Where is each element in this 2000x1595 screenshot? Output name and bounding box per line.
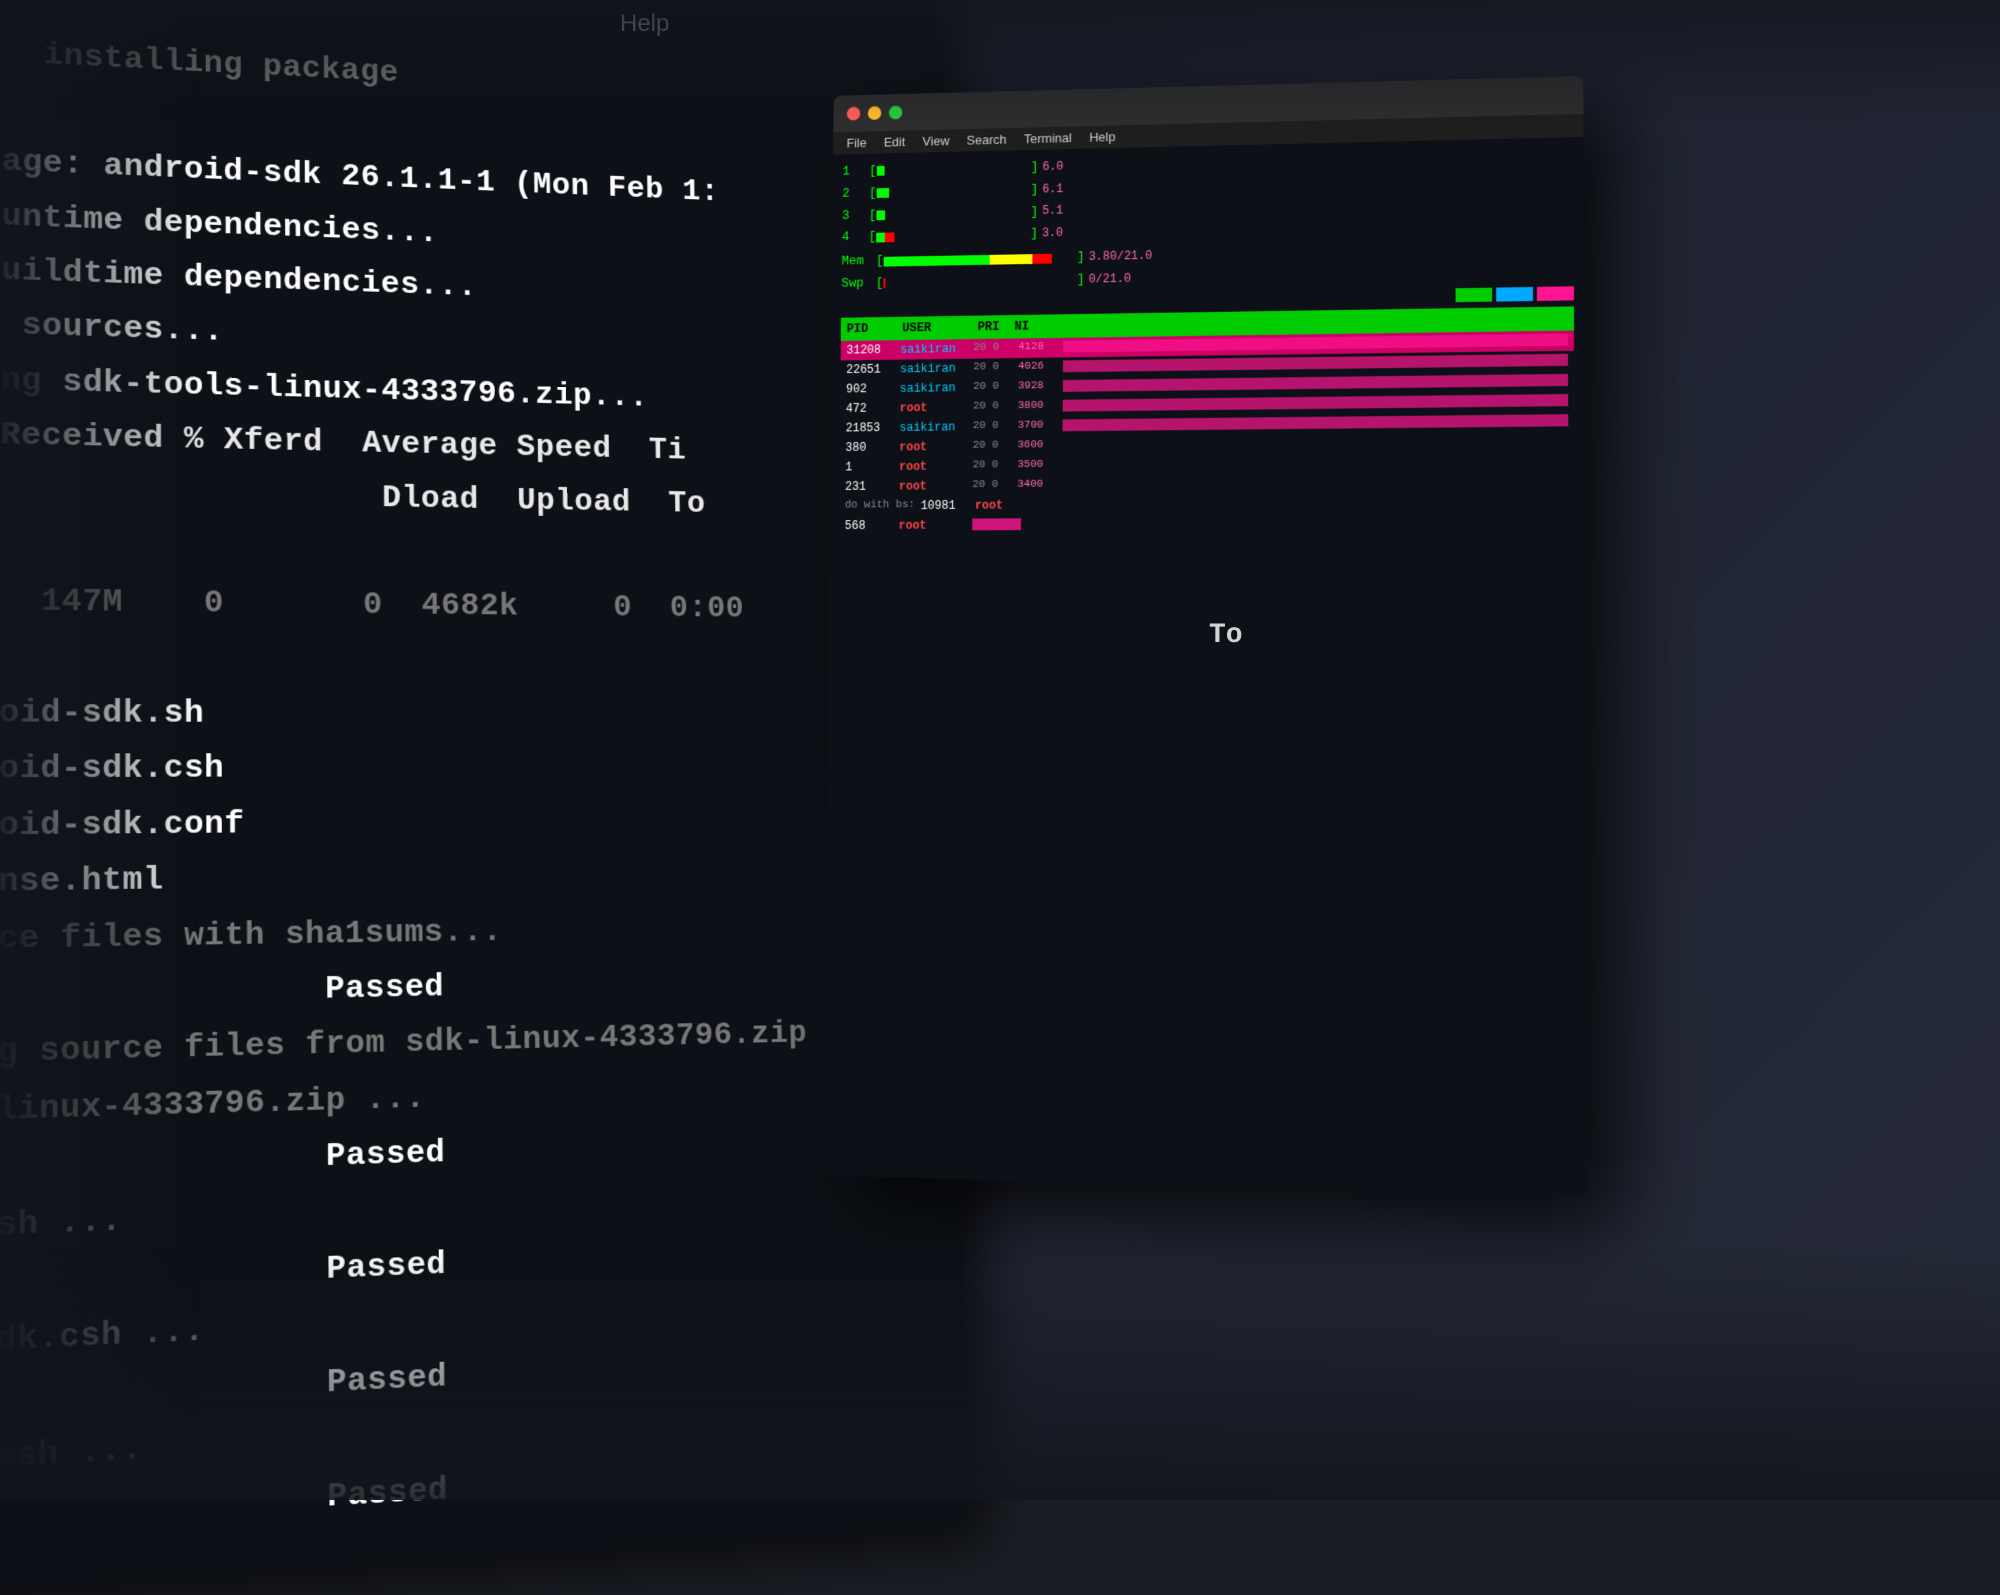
desktop-scene: Help installing package package: android…: [0, 0, 2000, 1500]
proc-9-bar: [972, 518, 1021, 530]
terminal-main-content: installing package package: android-sdk …: [0, 0, 924, 1595]
terminal-main-window: installing package package: android-sdk …: [0, 0, 970, 1595]
status-block-blue: [1496, 287, 1533, 302]
col-ni: NI: [1014, 316, 1038, 336]
status-block-green: [1456, 287, 1493, 302]
help-menu-text: Help: [620, 10, 669, 38]
to-label: To: [1209, 620, 1243, 651]
terminal-htop-window: File Edit View Search Terminal Help 1 [ …: [823, 76, 1588, 1196]
htop-body: 1 [ ] 6.0 2 [ ] 6.1: [829, 137, 1585, 544]
